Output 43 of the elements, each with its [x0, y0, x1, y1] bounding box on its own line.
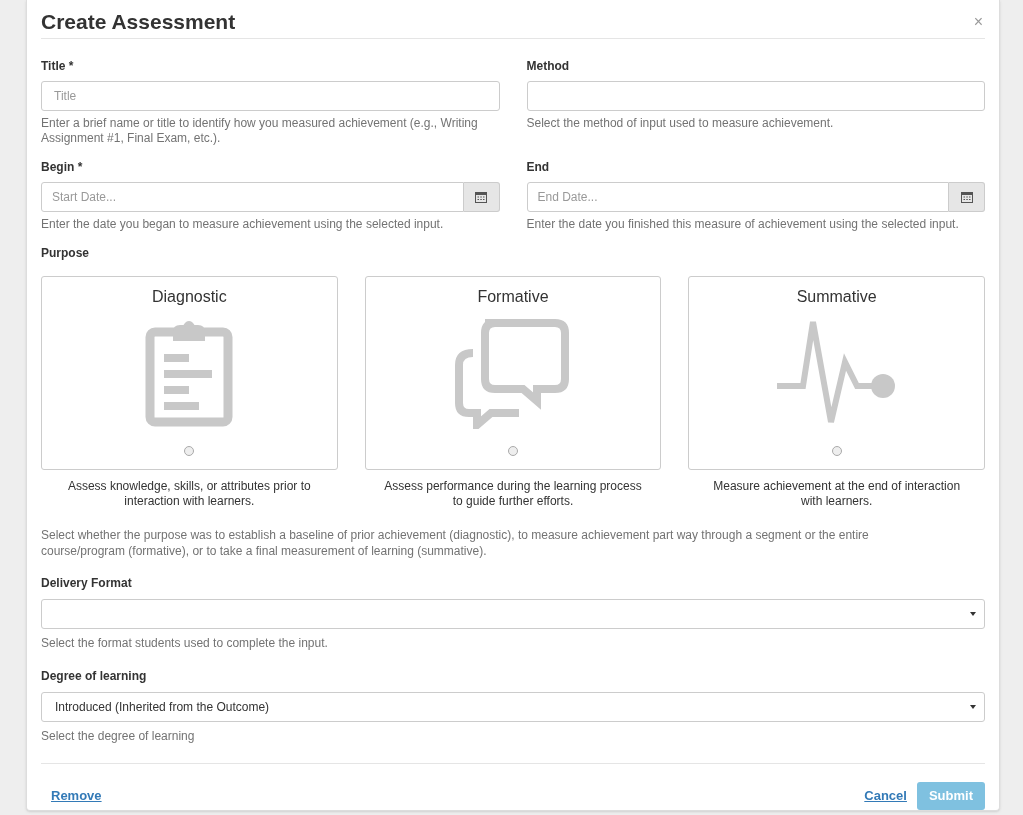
purpose-card[interactable]: Summative [688, 276, 985, 470]
field-label: End [526, 159, 551, 176]
section-label: Purpose [41, 245, 90, 262]
radio-button[interactable] [508, 446, 518, 456]
select-field[interactable]: Introduced (Inherited from the Outcome) [41, 692, 985, 722]
help-text: Select the method of input used to measure achievement. [526, 116, 835, 131]
radio-button[interactable] [184, 446, 195, 456]
calendar-button[interactable] [463, 182, 500, 212]
card-description: Assess knowledge, skills, or attributes prior to interaction with learners. [66, 479, 312, 509]
date-field[interactable]: Start Date... [41, 182, 464, 212]
select-field[interactable] [41, 599, 985, 629]
calendar-button[interactable] [949, 182, 985, 212]
purpose-card[interactable]: Formative [364, 276, 662, 470]
field-label: Method [526, 58, 571, 75]
clipboard-icon [144, 318, 235, 428]
cancel-link[interactable]: Cancel [864, 786, 907, 806]
card-title: Diagnostic [151, 287, 227, 307]
card-description: Measure achievement at the end of interaction with learners. [712, 479, 962, 509]
card-title: Formative [477, 287, 549, 307]
help-text: Enter the date you finished this measure of achievement using the selected input. [526, 217, 960, 232]
card-description: Assess performance during the learning process to guide further efforts. [383, 479, 643, 509]
help-text: Enter a brief name or title to identify how you measured achievement (e.g., Writing Assignment #1, Final Exam, etc.). [41, 116, 479, 146]
help-text: Enter the date you began to measure achievement using the selected input. [41, 217, 445, 232]
dropdown-caret-icon [970, 705, 976, 709]
help-text: Select whether the purpose was to establish a baseline of prior achievement (diagnostic), to measure achievement part way through a segment or the entire course/program (formative), or to take a final measurement of learning (summative). [41, 527, 870, 559]
text-field[interactable]: Title [41, 81, 500, 111]
dropdown-caret-icon [970, 612, 976, 616]
help-text: Select the format students used to complete the input. [41, 635, 329, 652]
dialog-title: Create Assessment [41, 9, 236, 35]
chat-bubbles-icon [455, 317, 571, 429]
calendar-icon [475, 191, 487, 203]
date-field[interactable]: End Date... [526, 182, 949, 212]
field-label: Degree of learning [41, 668, 148, 685]
purpose-card[interactable]: Diagnostic [41, 276, 338, 470]
calendar-icon [960, 191, 973, 203]
field-label: Begin * [41, 159, 84, 176]
radio-button[interactable] [831, 446, 842, 456]
text-field[interactable] [526, 81, 985, 111]
remove-link[interactable]: Remove [51, 786, 102, 806]
help-text: Select the degree of learning [41, 728, 196, 745]
field-label: Title * [41, 58, 75, 75]
card-title: Summative [796, 287, 877, 307]
field-label: Delivery Format [41, 575, 133, 592]
